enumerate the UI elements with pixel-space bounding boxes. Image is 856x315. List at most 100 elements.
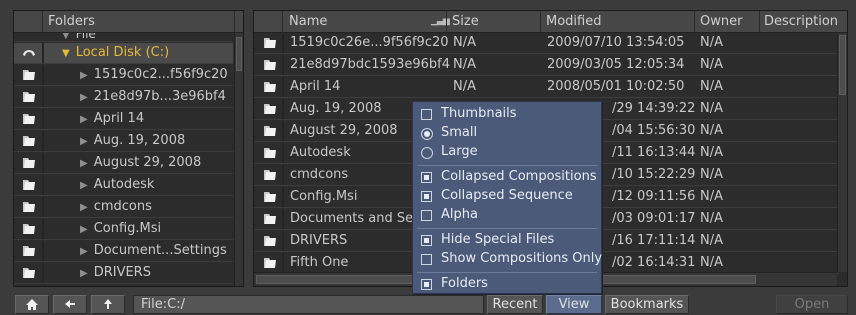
back-button[interactable] [53, 295, 87, 314]
triangle-down-icon: ▼ [62, 33, 70, 41]
file-list-vertical-scrollbar[interactable] [837, 33, 847, 272]
checkbox-checked-icon [421, 279, 432, 290]
file-owner: N/A [700, 255, 723, 270]
radio-icon [421, 147, 433, 159]
file-modified: 2008/05/01 10:02:50 [547, 79, 685, 94]
triangle-right-icon: ▶ [80, 202, 88, 213]
file-list-header: Name ▁▃▅ Size Modified Owner Description [254, 11, 847, 33]
table-row[interactable]: 1519c0c26e...9f56f9c20 N/A 2009/07/10 13… [254, 33, 839, 54]
file-owner: N/A [700, 35, 723, 50]
file-owner: N/A [700, 233, 723, 248]
folder-icon [263, 169, 277, 181]
arrow-up-icon [104, 299, 112, 309]
tree-item[interactable]: ▶ August 29, 2008 [14, 153, 233, 174]
tree-item[interactable]: ▶ Autodesk [14, 175, 233, 196]
folder-tree-header: Folders [14, 11, 243, 33]
checkbox-icon [421, 210, 432, 221]
tree-item-label: Aug. 19, 2008 [93, 133, 186, 148]
folder-icon [22, 113, 36, 125]
folder-icon [263, 213, 277, 225]
file-name: August 29, 2008 [290, 123, 398, 138]
recent-button[interactable]: Recent [487, 295, 543, 314]
file-modified: /11 16:13:44 [612, 145, 696, 160]
folder-icon [22, 179, 36, 191]
folder-icon [22, 157, 36, 169]
triangle-right-icon: ▶ [80, 158, 88, 169]
triangle-right-icon: ▶ [80, 136, 88, 147]
triangle-right-icon: ▶ [80, 246, 88, 257]
table-row[interactable]: April 14 N/A 2008/05/01 10:02:50 N/A [254, 77, 839, 98]
file-size: N/A [453, 35, 476, 50]
folder-icon [22, 223, 36, 235]
file-owner: N/A [700, 145, 723, 160]
tree-item-local-disk[interactable]: ▼ Local Disk (C:) [14, 43, 233, 64]
folder-icon [263, 59, 277, 71]
folder-icon [263, 191, 277, 203]
file-name: DRIVERS [290, 233, 348, 248]
folder-tree-panel: Folders ▼ File ▼ Local Disk (C:) ▶ 1519c0c2… [13, 10, 244, 287]
vertical-scrollbar-thumb[interactable] [839, 35, 846, 95]
folder-icon [22, 201, 36, 213]
menu-separator [417, 228, 597, 229]
tree-item-label: April 14 [93, 111, 145, 126]
checkbox-checked-icon [421, 172, 432, 183]
checkbox-icon [421, 254, 432, 265]
tree-item-label: 21e8d97b...3e96bf4 [93, 89, 226, 104]
bookmarks-button[interactable]: Bookmarks [605, 295, 689, 314]
column-header-name[interactable]: Name [289, 14, 327, 29]
file-name: 1519c0c26e...9f56f9c20 [290, 35, 449, 50]
table-row[interactable]: 21e8d97bdc1593e96bf4 N/A 2009/03/05 12:0… [254, 55, 839, 76]
tree-item-label: Config.Msi [93, 221, 162, 236]
file-owner: N/A [700, 79, 723, 94]
file-modified: 2009/07/10 13:54:05 [547, 35, 685, 50]
folder-icon [263, 147, 277, 159]
tree-item[interactable]: ▶ Config.Msi [14, 219, 233, 240]
tree-item[interactable]: ▶ Aug. 19, 2008 [14, 131, 233, 152]
menu-separator [417, 165, 597, 166]
tree-scrollbar[interactable] [234, 33, 243, 286]
column-header-size[interactable]: Size [452, 14, 479, 29]
file-name: 21e8d97bdc1593e96bf4 [290, 57, 450, 72]
column-header-description[interactable]: Description [764, 14, 838, 29]
tree-item-file[interactable]: ▼ File [14, 33, 233, 42]
arrow-left-icon [65, 300, 75, 308]
tree-item-label: cmdcons [93, 199, 152, 214]
file-size: N/A [453, 57, 476, 72]
open-button[interactable]: Open [776, 295, 848, 314]
tree-item-label: August 29, 2008 [93, 155, 202, 170]
file-owner: N/A [700, 101, 723, 116]
file-modified: /10 15:22:29 [612, 167, 696, 182]
triangle-right-icon: ▶ [80, 224, 88, 235]
file-owner: N/A [700, 189, 723, 204]
triangle-right-icon: ▶ [80, 70, 88, 81]
checkbox-checked-icon [421, 191, 432, 202]
home-button[interactable] [15, 295, 49, 314]
tree-item[interactable]: ▶ DRIVERS [14, 263, 233, 284]
folders-header-label: Folders [48, 14, 95, 29]
file-name: cmdcons [290, 167, 349, 182]
tree-item[interactable]: ▶ 21e8d97b...3e96bf4 [14, 87, 233, 108]
folder-icon [263, 125, 277, 137]
file-owner: N/A [700, 167, 723, 182]
file-name: Aug. 19, 2008 [290, 101, 382, 116]
tree-item-label: DRIVERS [93, 265, 151, 280]
file-size: N/A [453, 79, 476, 94]
tree-scrollbar-thumb[interactable] [236, 37, 242, 71]
tree-item[interactable]: ▶ April 14 [14, 109, 233, 130]
tree-item[interactable]: ▶ cmdcons [14, 197, 233, 218]
column-divider [42, 11, 43, 32]
file-owner: N/A [700, 57, 723, 72]
path-input[interactable]: File:C:/ [133, 295, 484, 314]
tree-item[interactable]: ▶ Document...Settings [14, 241, 233, 262]
triangle-down-icon: ▼ [62, 48, 70, 59]
triangle-right-icon: ▶ [80, 114, 88, 125]
tree-item-label: Autodesk [93, 177, 155, 192]
view-button[interactable]: View [546, 295, 602, 314]
column-header-modified[interactable]: Modified [546, 14, 601, 29]
column-header-owner[interactable]: Owner [700, 14, 742, 29]
up-button[interactable] [91, 295, 125, 314]
file-name: Config.Msi [290, 189, 358, 204]
tree-item[interactable]: ▶ 1519c0c2...f56f9c20 [14, 65, 233, 86]
file-owner: N/A [700, 211, 723, 226]
file-modified: 2009/03/05 12:05:34 [547, 57, 685, 72]
